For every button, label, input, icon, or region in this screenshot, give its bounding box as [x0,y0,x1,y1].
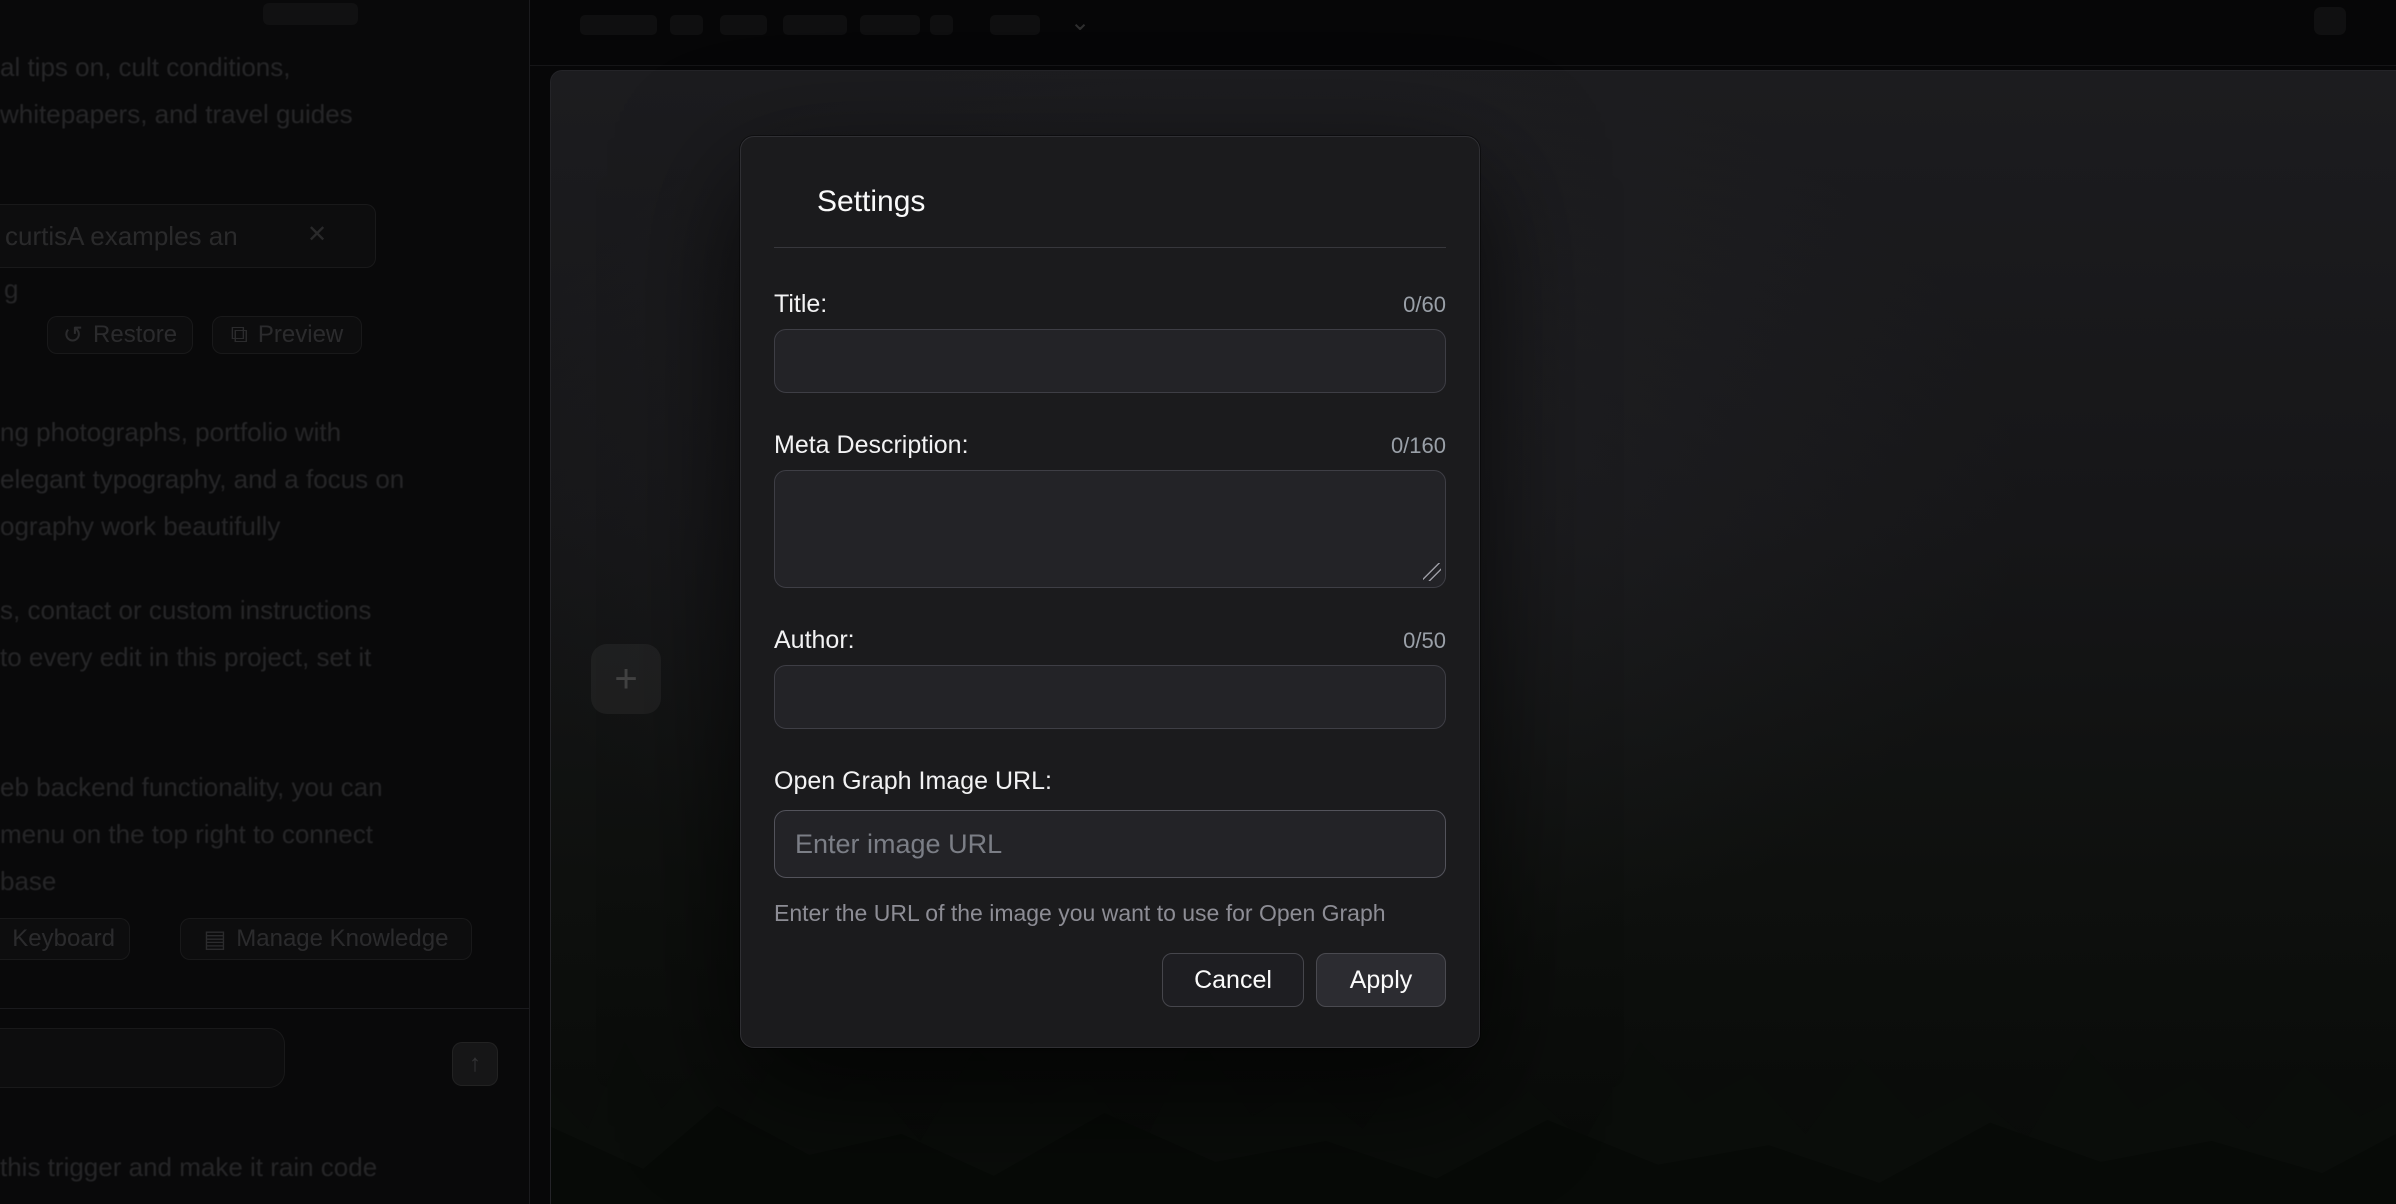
author-char-counter: 0/50 [1403,628,1446,654]
topbar-menu-item[interactable] [580,15,657,35]
preview-button[interactable]: ⧉ Preview [212,316,362,354]
chat-message-line: g [4,272,18,306]
chat-message-line: whitepapers, and travel guides [0,97,353,131]
chat-message-line: s, contact or custom instructions [0,593,371,627]
chat-message-line: ography work beautifully [0,509,280,543]
modal-title: Settings [817,185,1446,219]
preview-icon: ⧉ [231,321,248,349]
keyboard-button[interactable]: Keyboard [0,918,130,960]
manage-knowledge-button[interactable]: ▤ Manage Knowledge [180,918,472,960]
author-label: Author: [774,626,855,655]
cancel-button[interactable]: Cancel [1162,953,1304,1007]
resize-grip-icon[interactable] [1423,563,1441,581]
topbar-right-icon[interactable] [2314,7,2346,35]
chat-message-line: to every edit in this project, set it [0,640,371,674]
og-image-url-label: Open Graph Image URL: [774,767,1052,796]
og-image-url-input[interactable] [774,810,1446,878]
meta-description-textarea[interactable] [774,470,1446,588]
chat-sidebar: al tips on, cult conditions, whitepapers… [0,0,530,1204]
manage-knowledge-label: Manage Knowledge [236,925,448,953]
chat-message-line: menu on the top right to connect [0,817,373,851]
modal-button-row: Cancel Apply [774,953,1446,1007]
plus-button[interactable]: + [591,644,661,714]
topbar-menu-item[interactable] [783,15,847,35]
topbar-menu-item[interactable] [990,15,1040,35]
topbar-menu-item[interactable] [930,15,953,35]
send-icon: ↑ [469,1050,481,1078]
knowledge-icon: ▤ [204,925,227,954]
plus-icon: + [614,657,637,702]
restore-icon: ↺ [63,321,83,350]
chat-message-line: ng photographs, portfolio with [0,415,341,449]
send-button[interactable]: ↑ [452,1042,498,1086]
meta-description-label: Meta Description: [774,431,969,460]
chat-message-line: base [0,864,56,898]
chat-message-line: this trigger and make it rain code [0,1150,377,1184]
title-label: Title: [774,290,827,319]
sidebar-top-pill [263,3,358,25]
chat-message-line: al tips on, cult conditions, [0,50,291,84]
settings-form: Title: 0/60 Meta Description: 0/160 Auth… [741,290,1479,1007]
settings-modal: Settings Title: 0/60 Meta Description: 0… [740,136,1480,1048]
keyboard-label: Keyboard [12,925,115,953]
modal-divider [774,247,1446,248]
chat-message-line: eb backend functionality, you can [0,770,383,804]
chat-message-line: elegant typography, and a focus on [0,462,404,496]
topbar: ⌄ [530,0,2396,66]
topbar-menu-item[interactable] [670,15,703,35]
app-root: al tips on, cult conditions, whitepapers… [0,0,2396,1204]
chat-input[interactable] [0,1028,285,1088]
og-image-helper-text: Enter the URL of the image you want to u… [774,900,1446,927]
title-input[interactable] [774,329,1446,393]
version-card-text: curtisA examples an [5,219,238,253]
topbar-menu-item[interactable] [720,15,767,35]
restore-button[interactable]: ↺ Restore [47,316,193,354]
close-icon[interactable]: ✕ [307,218,327,252]
meta-description-char-counter: 0/160 [1391,433,1446,459]
version-card: curtisA examples an ✕ [0,204,376,268]
author-input[interactable] [774,665,1446,729]
sidebar-divider [0,1008,530,1009]
apply-button[interactable]: Apply [1316,953,1446,1007]
topbar-menu-item[interactable] [860,15,920,35]
restore-label: Restore [93,321,177,349]
chevron-down-icon[interactable]: ⌄ [1070,8,1090,37]
preview-label: Preview [258,321,343,349]
title-char-counter: 0/60 [1403,292,1446,318]
